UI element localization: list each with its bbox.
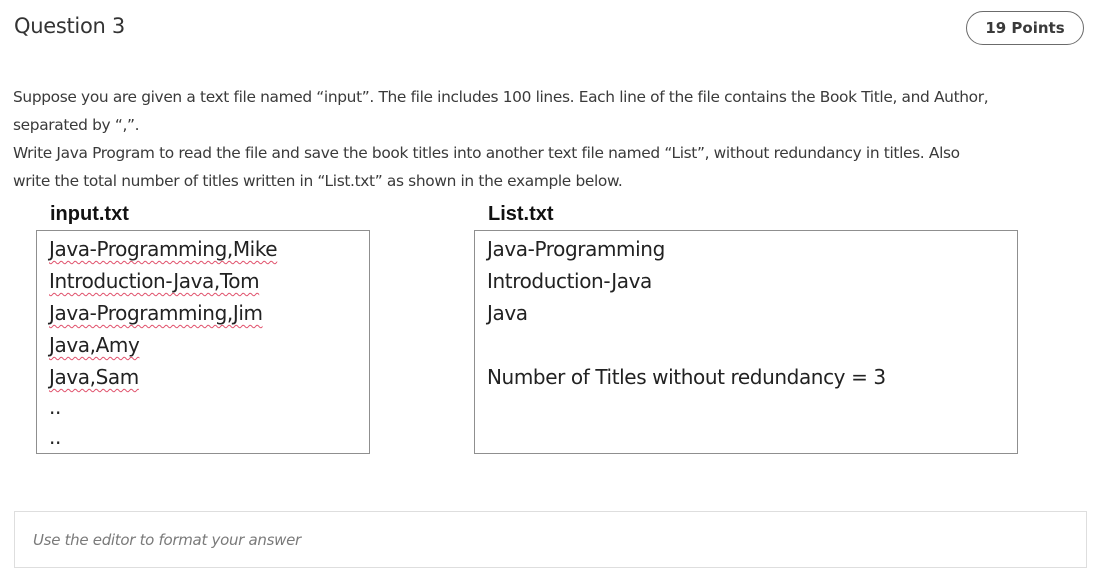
points-badge: 19 Points	[966, 11, 1084, 45]
prompt-line: separated by “,”.	[13, 116, 140, 134]
input-file-line: Java,Amy	[49, 333, 140, 357]
input-file-line: Java-Programming,Jim	[49, 301, 263, 325]
list-file-line: Introduction-Java	[487, 269, 652, 293]
prompt-line: write the total number of titles written…	[13, 172, 623, 190]
prompt-line: Suppose you are given a text file named …	[13, 88, 989, 106]
list-file-line: Java-Programming	[487, 237, 665, 261]
input-file-line: ..	[49, 395, 61, 419]
question-prompt: Suppose you are given a text file named …	[13, 83, 1103, 195]
answer-editor-input[interactable]: Use the editor to format your answer	[14, 511, 1087, 568]
question-title: Question 3	[14, 14, 125, 38]
list-file-line: Java	[487, 301, 528, 325]
input-file-box: Java-Programming,Mike Introduction-Java,…	[36, 230, 370, 454]
list-file-summary: Number of Titles without redundancy = 3	[487, 365, 886, 389]
answer-editor-placeholder: Use the editor to format your answer	[33, 530, 301, 549]
input-file-line: Introduction-Java,Tom	[49, 269, 260, 293]
prompt-line: Write Java Program to read the file and …	[13, 144, 960, 162]
input-file-line: Java,Sam	[49, 365, 139, 389]
input-file-label: input.txt	[50, 203, 129, 225]
list-file-label: List.txt	[488, 203, 554, 225]
list-file-box: Java-Programming Introduction-Java Java …	[474, 230, 1018, 454]
input-file-line: ..	[49, 425, 61, 449]
input-file-line: Java-Programming,Mike	[49, 237, 278, 261]
